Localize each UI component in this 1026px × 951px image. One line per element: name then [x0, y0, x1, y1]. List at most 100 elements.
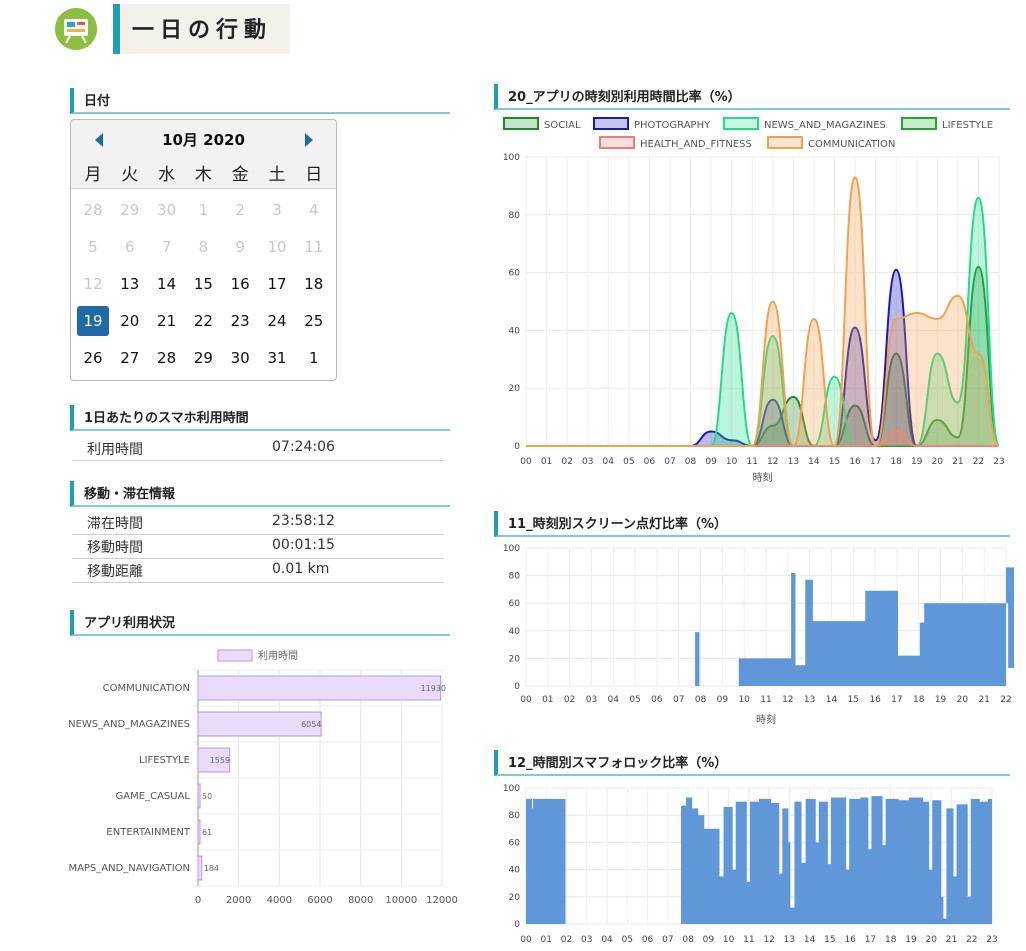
- y-tick-label: 60: [509, 599, 521, 609]
- x-tick-label: 10: [726, 457, 738, 467]
- calendar-day-selected[interactable]: 19: [77, 306, 109, 336]
- calendar-day[interactable]: 15: [187, 269, 219, 299]
- y-tick-label: 100: [503, 784, 520, 794]
- x-tick-label: 20: [925, 935, 937, 945]
- calendar-day[interactable]: 6: [114, 232, 146, 262]
- calendar-day[interactable]: 24: [261, 306, 293, 336]
- page-title: 一日の行動: [132, 18, 273, 43]
- calendar-day[interactable]: 1: [187, 195, 219, 225]
- calendar-day[interactable]: 25: [298, 306, 330, 336]
- weekday-header: 木: [194, 165, 212, 185]
- info-row: 利用時間 07:24:06: [72, 436, 444, 461]
- app-logo-icon: [55, 8, 97, 50]
- info-label: 利用時間: [87, 442, 143, 458]
- x-tick-label: 03: [586, 695, 597, 705]
- category-label: ENTERTAINMENT: [106, 827, 190, 838]
- x-tick-label: 13: [788, 457, 799, 467]
- x-axis-title: 時刻: [753, 471, 773, 484]
- section-date-label: 日付: [84, 94, 111, 109]
- x-tick-label: 06: [642, 935, 654, 945]
- calendar-day[interactable]: 13: [114, 269, 146, 299]
- calendar-day[interactable]: 21: [151, 306, 183, 336]
- info-value: 0.01 km: [272, 561, 330, 577]
- x-tick-label: 22: [1000, 695, 1011, 705]
- category-label: MAPS_AND_NAVIGATION: [68, 863, 190, 874]
- calendar-day[interactable]: 30: [151, 195, 183, 225]
- x-tick-label: 19: [935, 695, 947, 705]
- calendar-day[interactable]: 26: [77, 343, 109, 373]
- calendar-day[interactable]: 4: [298, 195, 330, 225]
- x-tick-label: 13: [784, 935, 795, 945]
- data-label: 61: [202, 828, 212, 837]
- x-tick-label: 08: [682, 935, 694, 945]
- y-tick-label: 40: [509, 627, 521, 637]
- weekday-header: 月: [84, 165, 102, 185]
- bar: [197, 819, 201, 845]
- legend-swatch: [767, 136, 803, 149]
- info-label: 移動距離: [87, 564, 143, 580]
- calendar-day[interactable]: 3: [261, 195, 293, 225]
- section-usage-label: 1日あたりのスマホ利用時間: [84, 411, 249, 426]
- section-chart12-label: 12_時間別スマフォロック比率（%）: [508, 756, 728, 771]
- x-tick-label: 07: [673, 695, 684, 705]
- data-label: 11930: [421, 684, 446, 693]
- x-tick-label: 00: [520, 935, 532, 945]
- x-tick-label: 01: [542, 695, 553, 705]
- legend-label: NEWS_AND_MAGAZINES: [764, 120, 886, 131]
- x-tick-label: 10000: [385, 895, 417, 906]
- section-chart20-label: 20_アプリの時刻別利用時間比率（%）: [508, 90, 741, 105]
- info-value: 07:24:06: [272, 439, 335, 455]
- calendar-day[interactable]: 5: [77, 232, 109, 262]
- calendar-day[interactable]: 20: [114, 306, 146, 336]
- calendar-day[interactable]: 27: [114, 343, 146, 373]
- calendar-day[interactable]: 22: [187, 306, 219, 336]
- x-tick-label: 08: [695, 695, 707, 705]
- lock-ratio-chart: 0 20 40 60 80 100 00 01 02 03 04 05 06 07 08 09 10 11 12 13…: [503, 784, 998, 945]
- calendar-day[interactable]: 17: [261, 269, 293, 299]
- calendar-day[interactable]: 28: [77, 195, 109, 225]
- calendar-day[interactable]: 12: [77, 269, 109, 299]
- calendar-day[interactable]: 2: [224, 195, 256, 225]
- date-picker-calendar: 10月 2020 月火水木金土日 28 29 30 1 2 3 4 5 6 7 8 9 10 11 12 13…: [70, 119, 337, 381]
- x-tick-label: 05: [629, 695, 640, 705]
- legend-swatch: [503, 117, 539, 130]
- info-row: 移動距離 0.01 km: [72, 558, 444, 583]
- category-label: NEWS_AND_MAGAZINES: [68, 719, 190, 730]
- calendar-day[interactable]: 10: [261, 232, 293, 262]
- calendar-day[interactable]: 18: [298, 269, 330, 299]
- y-tick-label: 0: [514, 920, 520, 930]
- x-tick-label: 00: [520, 695, 532, 705]
- x-tick-label: 14: [804, 935, 816, 945]
- x-tick-label: 22: [966, 935, 977, 945]
- calendar-day[interactable]: 23: [224, 306, 256, 336]
- calendar-day[interactable]: 31: [261, 343, 293, 373]
- calendar-day[interactable]: 1: [298, 343, 330, 373]
- calendar-day[interactable]: 7: [151, 232, 183, 262]
- data-label: 184: [204, 864, 219, 873]
- y-tick-label: 0: [514, 442, 520, 452]
- calendar-day[interactable]: 29: [114, 195, 146, 225]
- x-tick-label: 06: [644, 457, 656, 467]
- y-tick-label: 20: [509, 893, 521, 903]
- x-tick-label: 16: [869, 695, 881, 705]
- series-area: [526, 177, 999, 446]
- x-tick-label: 01: [541, 935, 552, 945]
- y-tick-label: 0: [514, 682, 520, 692]
- calendar-day[interactable]: 28: [151, 343, 183, 373]
- x-tick-label: 2000: [226, 895, 251, 906]
- info-value: 23:58:12: [272, 513, 335, 529]
- x-tick-label: 00: [520, 457, 532, 467]
- x-tick-label: 12: [767, 457, 778, 467]
- x-tick-label: 18: [913, 695, 925, 705]
- calendar-day[interactable]: 30: [224, 343, 256, 373]
- x-tick-label: 12: [782, 695, 793, 705]
- calendar-day[interactable]: 11: [298, 232, 330, 262]
- calendar-day[interactable]: 16: [224, 269, 256, 299]
- calendar-day[interactable]: 14: [151, 269, 183, 299]
- header-accent-bar: [113, 4, 120, 54]
- section-movement-label: 移動・滞在情報: [84, 487, 176, 502]
- calendar-day[interactable]: 9: [224, 232, 256, 262]
- calendar-day[interactable]: 8: [187, 232, 219, 262]
- y-tick-label: 40: [509, 866, 521, 876]
- calendar-day[interactable]: 29: [187, 343, 219, 373]
